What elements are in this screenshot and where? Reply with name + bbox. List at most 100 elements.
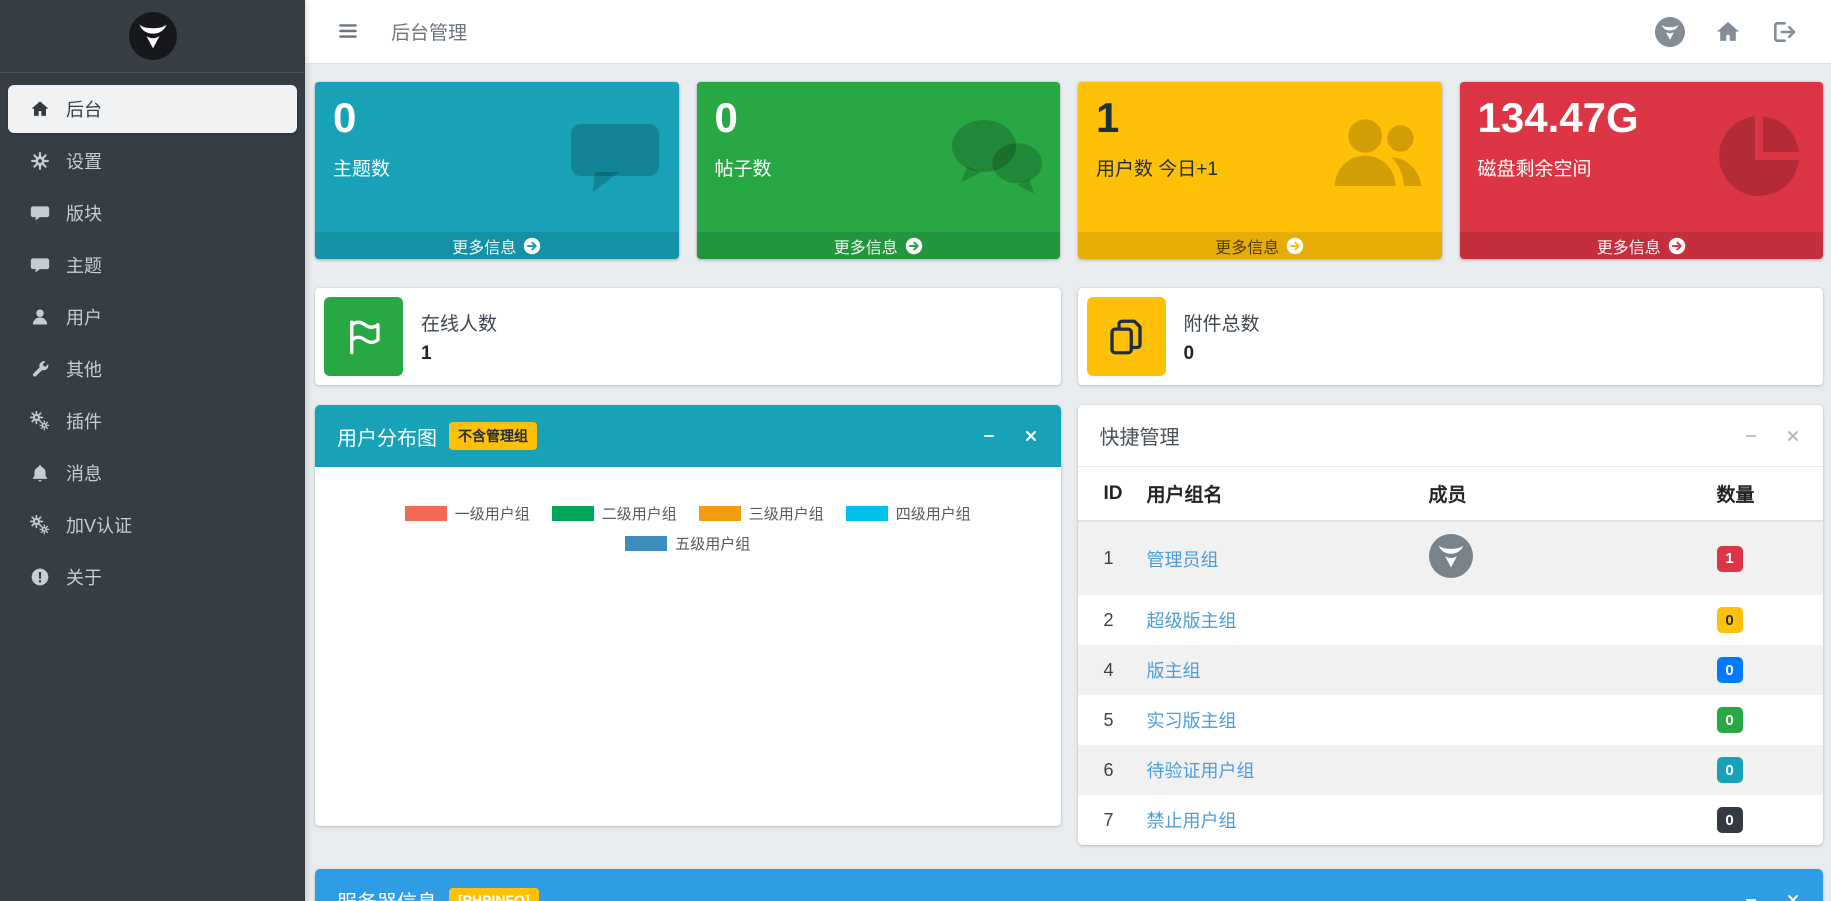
minimize-icon[interactable] <box>1743 428 1759 444</box>
group-name-link[interactable]: 禁止用户组 <box>1147 811 1237 831</box>
sidebar-item-label: 其他 <box>66 356 102 382</box>
sidebar-item-用户[interactable]: 用户 <box>8 293 297 341</box>
minimize-icon[interactable] <box>1743 892 1759 901</box>
copy-icon <box>1087 297 1166 376</box>
sidebar-item-插件[interactable]: 插件 <box>8 397 297 445</box>
legend-swatch <box>405 506 447 521</box>
arrow-circle-icon <box>1668 237 1686 255</box>
sidebar-nav: 后台设置版块主题用户其他插件消息加V认证关于 <box>0 73 305 601</box>
window-controls <box>981 428 1039 444</box>
exclude-admin-badge: 不含管理组 <box>449 422 537 450</box>
chart-legend: 一级用户组 二级用户组 三级用户组 四级用户组五级用户组 <box>368 467 1008 554</box>
sidebar-item-消息[interactable]: 消息 <box>8 449 297 497</box>
sidebar-item-设置[interactable]: 设置 <box>8 137 297 185</box>
table-row: 7禁止用户组0 <box>1078 795 1824 845</box>
member-avatar[interactable] <box>1429 534 1473 578</box>
server-info-header: 服务器信息 [PHPINFO] <box>315 869 1823 901</box>
info-icon <box>28 567 52 588</box>
info-box: 附件总数0 <box>1078 288 1824 385</box>
window-controls <box>1743 428 1801 444</box>
group-name-link[interactable]: 版主组 <box>1147 661 1201 681</box>
count-badge: 0 <box>1717 757 1743 783</box>
more-info-link[interactable]: 更多信息 <box>1460 232 1824 259</box>
count-badge: 1 <box>1717 546 1743 572</box>
count-badge: 0 <box>1717 657 1743 683</box>
legend-item: 五级用户组 <box>625 533 750 554</box>
sidebar-item-关于[interactable]: 关于 <box>8 553 297 601</box>
legend-item: 四级用户组 <box>846 503 971 524</box>
window-controls <box>1743 892 1801 901</box>
more-info-link[interactable]: 更多信息 <box>697 232 1061 259</box>
legend-swatch <box>625 536 667 551</box>
group-name-link[interactable]: 待验证用户组 <box>1147 761 1255 781</box>
main-content: 0主题数更多信息0帖子数更多信息1用户数 今日+1更多信息134.47G磁盘剩余… <box>305 64 1831 901</box>
table-row: 5实习版主组0 <box>1078 695 1824 745</box>
sidebar-item-主题[interactable]: 主题 <box>8 241 297 289</box>
sidebar-item-label: 版块 <box>66 200 102 226</box>
more-info-label: 更多信息 <box>1215 234 1279 258</box>
close-icon[interactable] <box>1785 892 1801 901</box>
topbar: 后台管理 <box>305 0 1831 64</box>
sidebar-item-其他[interactable]: 其他 <box>8 345 297 393</box>
legend-label: 五级用户组 <box>675 533 750 554</box>
page-title: 后台管理 <box>391 18 467 45</box>
phpinfo-badge[interactable]: [PHPINFO] <box>449 888 539 901</box>
group-name-link[interactable]: 实习版主组 <box>1147 711 1237 731</box>
column-header: ID <box>1078 467 1135 521</box>
sidebar-item-后台[interactable]: 后台 <box>8 85 297 133</box>
legend-item: 一级用户组 <box>405 503 530 524</box>
wrench-icon <box>28 359 52 380</box>
info-value: 1 <box>421 343 497 365</box>
stat-card: 1用户数 今日+1更多信息 <box>1078 82 1442 259</box>
pie-chart-area: 一级用户组 二级用户组 三级用户组 四级用户组五级用户组 <box>315 467 1061 826</box>
table-row: 1管理员组1 <box>1078 521 1824 595</box>
group-name-link[interactable]: 超级版主组 <box>1147 611 1237 631</box>
sidebar-item-版块[interactable]: 版块 <box>8 189 297 237</box>
gear-icon <box>28 151 52 172</box>
sidebar-item-label: 主题 <box>66 252 102 278</box>
comments-icon <box>948 108 1044 204</box>
legend-swatch <box>552 506 594 521</box>
panel-title: 快捷管理 <box>1100 421 1180 450</box>
close-icon[interactable] <box>1023 428 1039 444</box>
comment-icon <box>28 255 52 276</box>
user-avatar-icon[interactable] <box>1655 17 1685 47</box>
info-box: 在线人数 1 <box>315 288 1061 385</box>
quick-table-body: 1管理员组12超级版主组04版主组05实习版主组06待验证用户组07禁止用户组0 <box>1078 521 1824 845</box>
sidebar-item-加V认证[interactable]: 加V认证 <box>8 501 297 549</box>
user-icon <box>28 307 52 328</box>
users-icon <box>1330 108 1426 204</box>
panels-row: 用户分布图 不含管理组 一级用户组二级用户组三级用户组四级用户组五级用户组 快捷… <box>315 405 1823 845</box>
home-icon[interactable] <box>1715 19 1741 45</box>
legend-label: 三级用户组 <box>749 503 824 524</box>
stat-card: 0主题数更多信息 <box>315 82 679 259</box>
legend-item: 二级用户组 <box>552 503 677 524</box>
more-info-link[interactable]: 更多信息 <box>315 232 679 259</box>
brand[interactable] <box>0 0 305 73</box>
info-label: 在线人数 <box>421 309 497 336</box>
stat-card-body: 0帖子数 <box>697 82 1061 232</box>
logout-icon[interactable] <box>1771 19 1797 45</box>
sidebar-item-label: 加V认证 <box>66 512 132 538</box>
pie-icon <box>1711 108 1807 204</box>
close-icon[interactable] <box>1785 428 1801 444</box>
table-row: 6待验证用户组0 <box>1078 745 1824 795</box>
group-id: 5 <box>1078 695 1135 745</box>
more-info-link[interactable]: 更多信息 <box>1078 232 1442 259</box>
table-row: 2超级版主组0 <box>1078 595 1824 645</box>
topbar-actions <box>1655 17 1797 47</box>
hamburger-menu-icon[interactable] <box>337 20 361 44</box>
brand-logo-icon[interactable] <box>129 12 177 60</box>
stat-card: 0帖子数更多信息 <box>697 82 1061 259</box>
legend-swatch <box>699 506 741 521</box>
stat-card-body: 0主题数 <box>315 82 679 232</box>
more-info-label: 更多信息 <box>834 234 898 258</box>
table-header-row: ID用户组名成员数量 <box>1078 467 1824 521</box>
minimize-icon[interactable] <box>981 428 997 444</box>
legend-swatch <box>846 506 888 521</box>
sidebar-item-label: 消息 <box>66 460 102 486</box>
user-distribution-panel: 用户分布图 不含管理组 一级用户组二级用户组三级用户组四级用户组五级用户组 <box>315 405 1061 826</box>
group-name-link[interactable]: 管理员组 <box>1147 550 1219 570</box>
sidebar-item-label: 后台 <box>66 96 102 122</box>
sidebar-item-label: 用户 <box>66 304 102 330</box>
